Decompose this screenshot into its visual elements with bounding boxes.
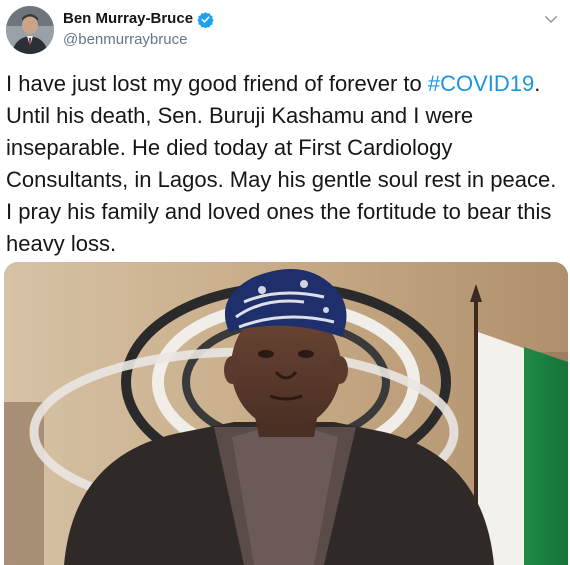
user-handle[interactable]: @benmurraybruce	[63, 31, 187, 49]
avatar[interactable]	[6, 6, 54, 54]
tweet-text-part-2: . Until his death, Sen. Buruji Kashamu a…	[6, 71, 557, 256]
tweet-text: I have just lost my good friend of forev…	[6, 68, 566, 260]
tweet-card: Ben Murray-Bruce @benmurraybruce I have …	[0, 0, 570, 565]
chevron-down-icon[interactable]	[542, 10, 560, 28]
display-name[interactable]: Ben Murray-Bruce	[63, 10, 193, 28]
hashtag-link[interactable]: #COVID19	[428, 71, 534, 96]
verified-badge-icon	[197, 11, 214, 28]
tweet-photo[interactable]	[4, 262, 568, 565]
name-row: Ben Murray-Bruce	[63, 10, 214, 28]
tweet-text-part-1: I have just lost my good friend of forev…	[6, 71, 428, 96]
